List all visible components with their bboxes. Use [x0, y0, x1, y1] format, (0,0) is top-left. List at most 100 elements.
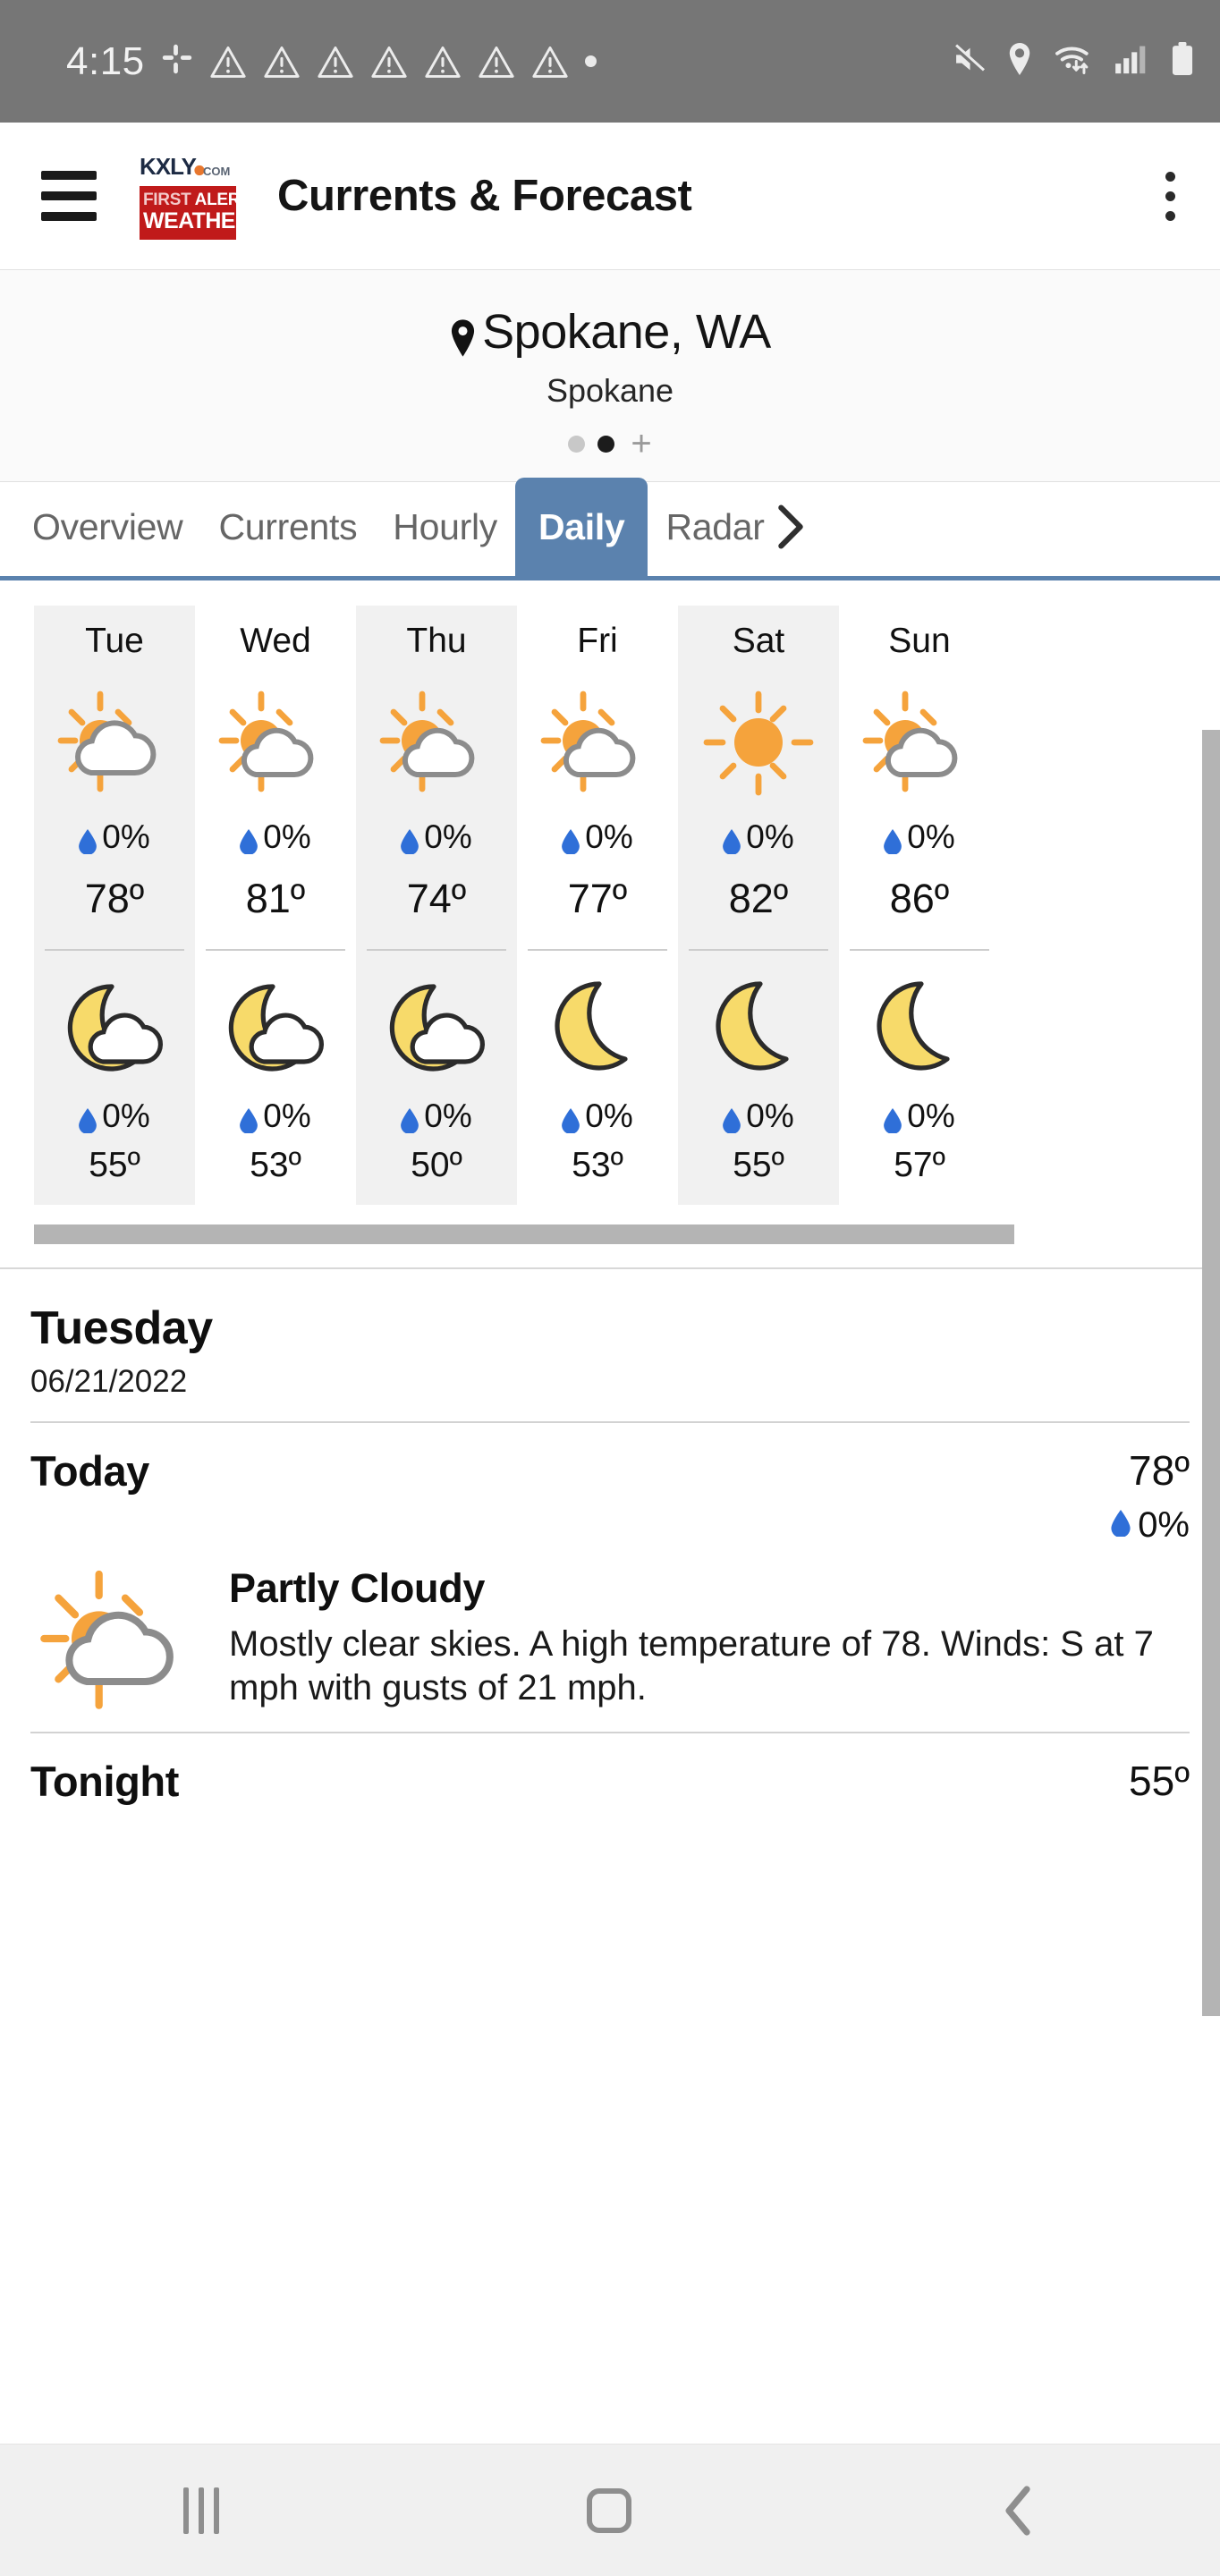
location-pin-icon — [449, 313, 477, 357]
warning-triangle-icon — [478, 45, 515, 79]
daily-column-sat[interactable]: Sat 0% 82º 0% 55º — [678, 606, 839, 1205]
period-today-header: Today 78º 0% — [30, 1446, 1190, 1546]
kxly-wordmark: KXLY COM — [140, 151, 236, 186]
daily-night-precip: 0% — [517, 1097, 678, 1135]
recents-icon[interactable] — [183, 2487, 220, 2534]
recents-bar — [214, 2487, 220, 2534]
add-location-button[interactable]: + — [631, 426, 651, 462]
app-bar: KXLY COM FIRST ALERT WEATHER Currents & … — [0, 123, 1220, 270]
tab-radar[interactable]: Radar — [648, 478, 782, 576]
warning-triangle-icon — [317, 45, 354, 79]
clear-night-icon — [517, 969, 678, 1085]
water-drop-icon — [562, 825, 580, 855]
clear-night-icon — [678, 969, 839, 1085]
daily-column-thu[interactable]: Thu 0% 74º 0% 50º — [356, 606, 517, 1205]
water-drop-icon — [1111, 1505, 1131, 1546]
vertical-scrollbar[interactable] — [1202, 730, 1220, 2016]
logo-line-weather: WEATHER — [143, 208, 251, 233]
period-today[interactable]: Today 78º 0% Partly Cloudy Mostly clear … — [30, 1423, 1190, 1732]
logo-word-alert: ALERT — [194, 190, 250, 209]
daily-forecast-strip[interactable]: Tue 0% 78º 0% 55º Wed 0% 81º 0% 53º Thu … — [0, 580, 1220, 1269]
recents-bar — [199, 2487, 205, 2534]
horizontal-scrollbar[interactable] — [34, 1224, 1186, 1244]
daily-day-name: Sat — [732, 622, 785, 660]
daily-divider — [689, 949, 828, 951]
partly-cloudy-icon — [356, 681, 517, 806]
daily-low-temp: 55º — [733, 1146, 784, 1184]
daily-high-temp: 86º — [889, 876, 950, 921]
daily-night-precip-value: 0% — [585, 1097, 633, 1134]
tab-overview[interactable]: Overview — [14, 478, 200, 576]
partly-cloudy-night-icon — [195, 969, 356, 1085]
daily-night-precip: 0% — [195, 1097, 356, 1135]
status-bar: 4:15 — [0, 0, 1220, 123]
daily-night-precip-value: 0% — [907, 1097, 955, 1134]
daily-divider — [45, 949, 184, 951]
back-icon[interactable] — [999, 2484, 1037, 2538]
daily-column-tue[interactable]: Tue 0% 78º 0% 55º — [34, 606, 195, 1205]
water-drop-icon — [884, 1104, 902, 1134]
wifi-icon — [1054, 43, 1093, 80]
svg-text:KXLY: KXLY — [140, 153, 197, 180]
kebab-dot — [1165, 171, 1175, 182]
pager-dot-active[interactable] — [597, 435, 615, 453]
period-precip-value: 0% — [1138, 1505, 1190, 1545]
period-name: Tonight — [30, 1758, 179, 1805]
kxly-first-alert-weather-logo[interactable]: KXLY COM FIRST ALERT WEATHER — [140, 151, 251, 241]
daily-day-precip: 0% — [517, 818, 678, 856]
recents-bar — [183, 2487, 190, 2534]
daily-day-name: Tue — [85, 622, 144, 660]
kebab-menu-icon[interactable] — [1150, 171, 1190, 221]
daily-day-precip-value: 0% — [585, 818, 633, 855]
logo-line-first-alert: FIRST ALERT — [143, 190, 250, 209]
slack-icon — [161, 43, 193, 80]
hamburger-menu-icon[interactable] — [41, 171, 97, 221]
partly-cloudy-icon — [839, 681, 1000, 806]
partly-cloudy-night-icon — [34, 969, 195, 1085]
status-bar-left: 4:15 — [66, 39, 952, 84]
water-drop-icon — [884, 825, 902, 855]
dot-icon — [584, 55, 597, 67]
location-city-state-row: Spokane, WA — [0, 304, 1220, 360]
location-pin-icon — [1007, 43, 1032, 80]
location-city-state: Spokane, WA — [482, 305, 771, 359]
period-today-body: Partly Cloudy Mostly clear skies. A high… — [30, 1565, 1190, 1716]
warning-triangle-icon — [209, 45, 247, 79]
tab-currents[interactable]: Currents — [200, 478, 375, 576]
location-header[interactable]: Spokane, WA Spokane + — [0, 270, 1220, 482]
tab-hourly[interactable]: Hourly — [375, 478, 515, 576]
daily-column-sun[interactable]: Sun 0% 86º 0% 57º — [839, 606, 1000, 1205]
tab-daily[interactable]: Daily — [514, 478, 648, 576]
daily-day-precip: 0% — [195, 818, 356, 856]
chevron-right-icon[interactable] — [775, 478, 806, 576]
water-drop-icon — [401, 1104, 419, 1134]
daily-night-precip-value: 0% — [102, 1097, 150, 1134]
daily-day-name: Sun — [888, 622, 951, 660]
period-precip: 0% — [1111, 1505, 1190, 1546]
logo-word-first: FIRST — [143, 190, 195, 209]
daily-day-precip-value: 0% — [263, 818, 311, 855]
warning-triangle-icon — [531, 45, 569, 79]
partly-cloudy-night-icon — [356, 969, 517, 1085]
status-bar-right — [952, 42, 1195, 80]
daily-column-wed[interactable]: Wed 0% 81º 0% 53º — [195, 606, 356, 1205]
daily-low-temp: 55º — [89, 1146, 140, 1184]
daily-column-fri[interactable]: Fri 0% 77º 0% 53º — [517, 606, 678, 1205]
daily-low-temp: 53º — [250, 1146, 301, 1184]
sunny-icon — [678, 681, 839, 806]
daily-columns: Tue 0% 78º 0% 55º Wed 0% 81º 0% 53º Thu … — [0, 606, 1220, 1205]
page-title: Currents & Forecast — [277, 172, 692, 220]
water-drop-icon — [79, 1104, 97, 1134]
kebab-dot — [1165, 191, 1175, 201]
daily-day-precip-value: 0% — [102, 818, 150, 855]
home-icon[interactable] — [586, 2487, 631, 2533]
period-tonight[interactable]: Tonight 55º — [30, 1733, 1190, 1822]
battery-icon — [1170, 42, 1195, 80]
daily-divider — [206, 949, 345, 951]
pager-dot[interactable] — [568, 435, 586, 453]
daily-day-precip-value: 0% — [746, 818, 794, 855]
horizontal-scrollbar-thumb[interactable] — [34, 1224, 1014, 1244]
daily-night-precip: 0% — [678, 1097, 839, 1135]
water-drop-icon — [401, 825, 419, 855]
daily-low-temp: 50º — [411, 1146, 462, 1184]
